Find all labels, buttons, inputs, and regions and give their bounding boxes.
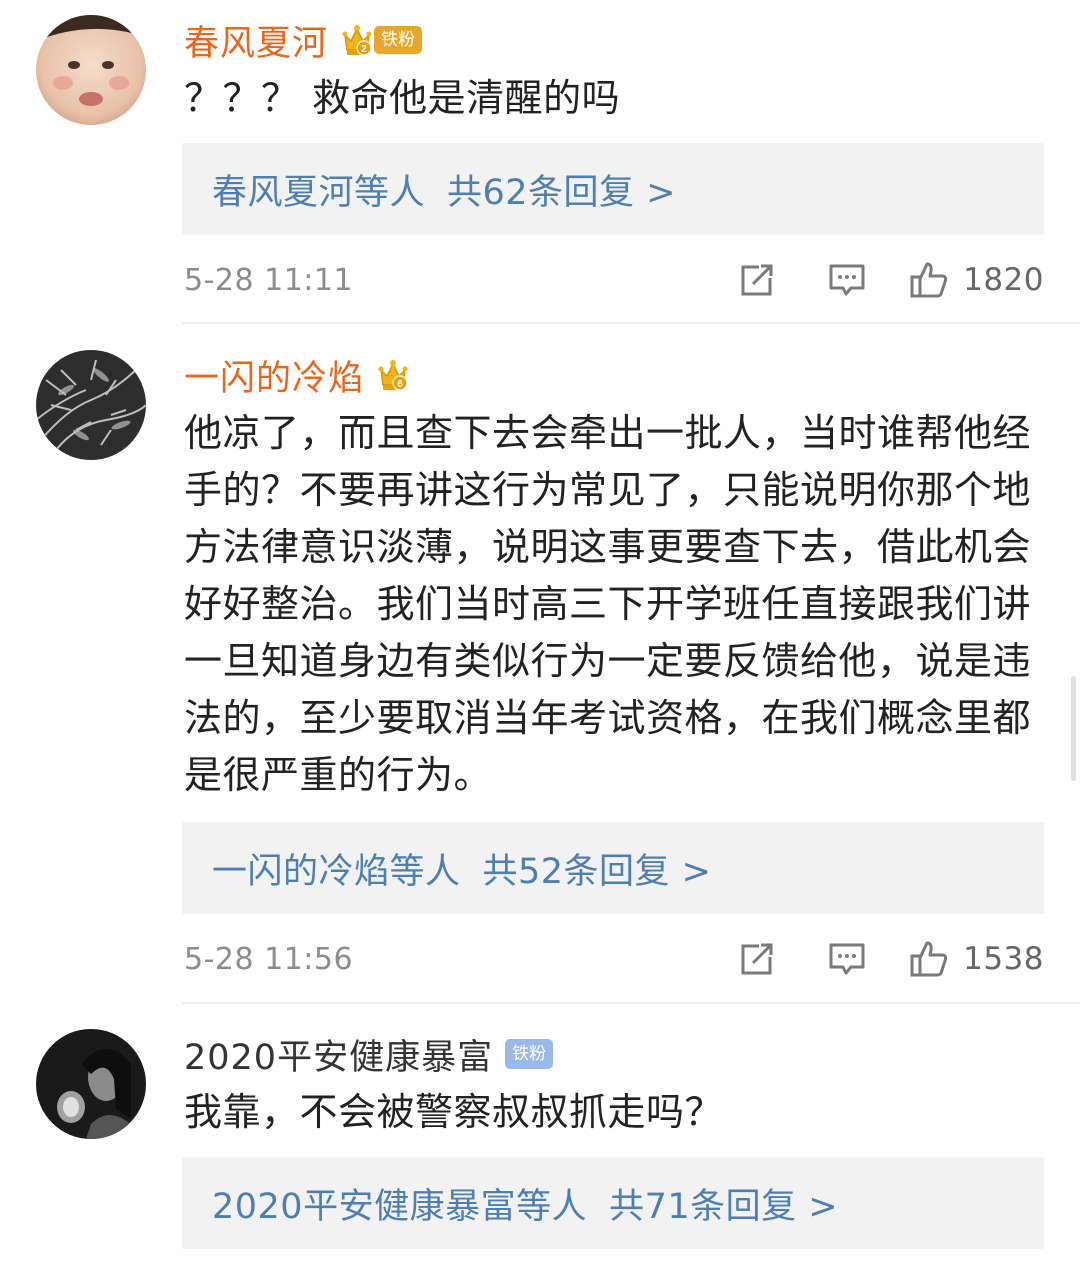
comment-meta: 5-28 11:56 1538 [184, 934, 1044, 984]
replies-count: 共62条回复 > [447, 172, 677, 213]
replies-link[interactable]: 春风夏河等人 共62条回复 > [182, 143, 1044, 235]
like-count: 1820 [963, 262, 1044, 298]
replies-who: 春风夏河等人 [212, 172, 426, 213]
badge-level: 2 [361, 44, 367, 55]
share-icon[interactable] [737, 939, 777, 979]
like-count: 1538 [963, 941, 1044, 977]
comment-text: ？？？ 救命他是清醒的吗 [184, 76, 621, 120]
avatar[interactable] [36, 15, 146, 125]
avatar[interactable] [36, 1029, 146, 1139]
fan-badge[interactable]: 铁粉 [505, 1039, 554, 1069]
name-row: 一闪的冷焰 6 [184, 350, 408, 400]
divider [182, 322, 1080, 324]
action-bar: 1820 [737, 260, 1044, 300]
share-icon[interactable] [737, 260, 777, 300]
crown-icon: 2 [342, 23, 372, 57]
username[interactable]: 春风夏河 [184, 15, 328, 66]
name-row: 2020平安健康暴富 铁粉 [184, 1029, 554, 1080]
replies-link[interactable]: 2020平安健康暴富等人 共71条回复 > [182, 1157, 1044, 1249]
replies-who: 一闪的冷焰等人 [212, 851, 461, 892]
comment-icon[interactable] [827, 260, 867, 300]
divider [182, 1002, 1080, 1004]
replies-count: 共71条回复 > [609, 1186, 839, 1227]
replies-who: 2020平安健康暴富等人 [212, 1186, 588, 1227]
avatar[interactable] [36, 350, 146, 460]
action-bar: 1538 [737, 939, 1044, 979]
comment-text: 他凉了，而且查下去会牵出一批人，当时谁帮他经手的？不要再讲这行为常见了，只能说明… [184, 411, 1032, 797]
name-row: 春风夏河 2 铁粉 [184, 15, 423, 66]
timestamp: 5-28 11:11 [184, 262, 354, 298]
timestamp: 5-28 11:56 [184, 941, 354, 977]
scrollbar[interactable] [1071, 676, 1076, 781]
badge-level: 6 [397, 379, 403, 390]
thumbs-up-icon[interactable] [909, 939, 949, 979]
comment-text: 我靠，不会被警察叔叔抓走吗？ [184, 1090, 724, 1134]
replies-link[interactable]: 一闪的冷焰等人 共52条回复 > [182, 822, 1044, 914]
username[interactable]: 2020平安健康暴富 [184, 1029, 493, 1080]
crown-icon: 6 [378, 358, 408, 392]
username[interactable]: 一闪的冷焰 [184, 350, 364, 401]
comment-meta: 5-28 11:11 1820 [184, 255, 1044, 305]
thumbs-up-icon[interactable] [909, 260, 949, 300]
replies-count: 共52条回复 > [482, 851, 712, 892]
fan-badge[interactable]: 铁粉 [374, 26, 423, 54]
comment-icon[interactable] [827, 939, 867, 979]
